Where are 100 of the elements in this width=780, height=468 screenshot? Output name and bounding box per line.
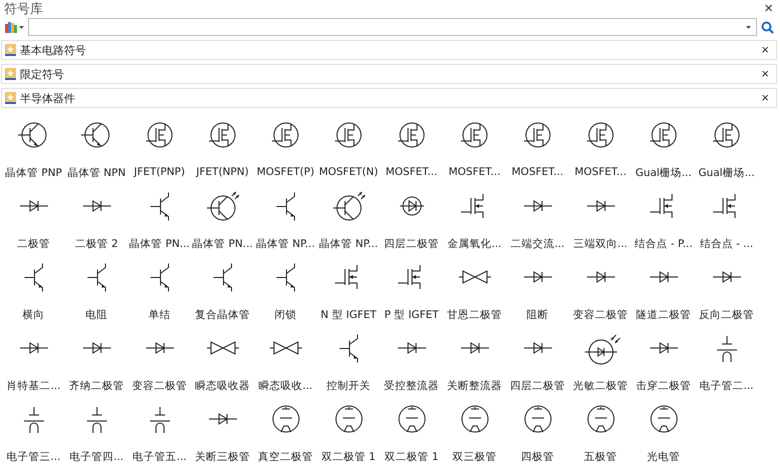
symbol-tile[interactable]: MOSFET... — [569, 113, 632, 184]
symbol-tile[interactable]: 电子管四... — [65, 397, 128, 468]
symbol-tile[interactable]: 甘恩二极管 — [443, 255, 506, 326]
symbol-label: 击穿二极管 — [636, 379, 691, 393]
symbol-tile[interactable]: MOSFET... — [380, 113, 443, 184]
symbol-tile[interactable]: JFET(PNP) — [128, 113, 191, 184]
symbol-tile[interactable]: 晶体管 NPN — [65, 113, 128, 184]
close-button[interactable]: × — [758, 91, 772, 105]
symbol-tile[interactable]: 反向二极管 — [695, 255, 758, 326]
symbol-tile[interactable]: 晶体管 PN... — [191, 184, 254, 255]
symbol-tile[interactable]: Gual栅场... — [695, 113, 758, 184]
symbol-label: 瞬态吸收器 — [195, 379, 250, 393]
symbol-tile[interactable]: 四层二极管 — [506, 326, 569, 397]
symbol-tile[interactable]: MOSFET(P) — [254, 113, 317, 184]
symbol-tile[interactable]: 光电管 — [632, 397, 695, 468]
symbol-tile[interactable]: 控制开关 — [317, 326, 380, 397]
close-button[interactable]: × — [758, 43, 772, 57]
symbol-tile[interactable]: 结合点 - ... — [695, 184, 758, 255]
symbol-tile[interactable]: MOSFET(N) — [317, 113, 380, 184]
symbol-tile[interactable]: 横向 — [2, 255, 65, 326]
symbol-label: 光电管 — [647, 450, 680, 464]
transistor-symbol-icon — [276, 262, 295, 292]
symbol-tile[interactable]: 四极管 — [506, 397, 569, 468]
symbol-tile[interactable]: 齐纳二极管 — [65, 326, 128, 397]
category-bar[interactable]: 基本电路符号 × — [1, 40, 777, 60]
symbol-tile[interactable]: 二端交流... — [506, 184, 569, 255]
symbol-tile[interactable]: 击穿二极管 — [632, 326, 695, 397]
close-button[interactable]: × — [758, 67, 772, 81]
symbol-tile[interactable]: 二极管 2 — [65, 184, 128, 255]
symbol-label: 变容二极管 — [132, 379, 187, 393]
symbol-tile[interactable]: 电子管二... — [695, 326, 758, 397]
symbol-tile[interactable]: 双二极管 1 — [317, 397, 380, 468]
symbol-tile[interactable]: 阻断 — [506, 255, 569, 326]
symbol-tile[interactable]: 电子管三... — [2, 397, 65, 468]
symbol-label: 四极管 — [521, 450, 554, 464]
close-button[interactable]: × — [761, 2, 776, 16]
symbol-tile[interactable]: 电阻 — [65, 255, 128, 326]
symbol-tile[interactable]: MOSFET... — [506, 113, 569, 184]
symbol-label: 变容二极管 — [573, 308, 628, 322]
symbol-tile[interactable]: 肖特基二... — [2, 326, 65, 397]
symbol-label: 晶体管 PNP — [5, 166, 62, 180]
symbol-tile[interactable]: MOSFET... — [443, 113, 506, 184]
symbol-tile[interactable]: 晶体管 PN... — [128, 184, 191, 255]
symbol-tile[interactable]: 结合点 - P... — [632, 184, 695, 255]
symbol-tile[interactable]: 电子管五... — [128, 397, 191, 468]
symbol-tile[interactable]: 复合晶体管 — [191, 255, 254, 326]
symbol-tile[interactable]: JFET(NPN) — [191, 113, 254, 184]
symbol-tile[interactable]: 关断三极管 — [191, 397, 254, 468]
symbol-tile[interactable]: 隧道二极管 — [632, 255, 695, 326]
symbol-tile[interactable]: 光敏二极管 — [569, 326, 632, 397]
category-bar[interactable]: 半导体器件 × — [1, 88, 777, 108]
symbol-label: Gual栅场... — [635, 166, 692, 180]
symbol-label: P 型 IGFET — [384, 308, 439, 322]
search-button[interactable] — [759, 20, 776, 34]
symbol-tile[interactable]: 二极管 — [2, 184, 65, 255]
symbol-label: 反向二极管 — [699, 308, 754, 322]
symbol-label: 单结 — [148, 308, 170, 322]
symbol-tile[interactable]: 变容二极管 — [128, 326, 191, 397]
symbol-tile[interactable]: 五极管 — [569, 397, 632, 468]
transistor-symbol-icon — [87, 262, 106, 292]
category-label: 半导体器件 — [20, 90, 76, 106]
symbol-tile[interactable]: 瞬态吸收器 — [191, 326, 254, 397]
symbol-tile[interactable]: 双二极管 1 — [380, 397, 443, 468]
symbol-tile[interactable]: P 型 IGFET — [380, 255, 443, 326]
symbol-tile[interactable]: N 型 IGFET — [317, 255, 380, 326]
symbol-label: 齐纳二极管 — [69, 379, 124, 393]
star-folder-icon — [5, 92, 16, 104]
symbol-tile[interactable]: 晶体管 NP... — [317, 184, 380, 255]
symbol-label: 关断三极管 — [195, 450, 250, 464]
symbol-label: 结合点 - P... — [634, 237, 693, 251]
symbol-label: 晶体管 NP... — [319, 237, 378, 251]
search-field[interactable] — [28, 18, 757, 36]
symbol-tile[interactable]: 四层二极管 — [380, 184, 443, 255]
symbol-tile[interactable]: 晶体管 PNP — [2, 113, 65, 184]
symbol-label: 二极管 — [17, 237, 50, 251]
transistor-symbol-icon — [150, 192, 169, 220]
symbol-tile[interactable]: 真空二极管 — [254, 397, 317, 468]
symbol-tile[interactable]: 单结 — [128, 255, 191, 326]
symbol-tile[interactable]: 瞬态吸收... — [254, 326, 317, 397]
symbol-label: 结合点 - ... — [700, 237, 754, 251]
library-menu-button[interactable] — [3, 21, 26, 33]
symbol-tile[interactable]: 受控整流器 — [380, 326, 443, 397]
symbol-tile[interactable]: 变容二极管 — [569, 255, 632, 326]
symbol-tile[interactable]: 关断整流器 — [443, 326, 506, 397]
symbol-tile[interactable]: 双三极管 — [443, 397, 506, 468]
transistor-symbol-icon — [213, 262, 232, 292]
symbol-label: MOSFET... — [386, 166, 438, 178]
symbol-tile[interactable]: 闭锁 — [254, 255, 317, 326]
symbol-label: 电阻 — [86, 308, 108, 322]
symbol-tile[interactable]: Gual栅场... — [632, 113, 695, 184]
symbol-tile[interactable]: 晶体管 NP... — [254, 184, 317, 255]
symbol-tile[interactable]: 金属氧化... — [443, 184, 506, 255]
category-label: 基本电路符号 — [20, 42, 87, 58]
transistor-symbol-icon — [150, 262, 169, 292]
panel-title: 符号库 — [4, 1, 43, 18]
symbol-tile[interactable]: 三端双向... — [569, 184, 632, 255]
symbol-label: JFET(NPN) — [196, 166, 249, 178]
symbol-label: 真空二极管 — [258, 450, 313, 464]
symbol-label: 二极管 2 — [74, 237, 118, 251]
category-bar[interactable]: 限定符号 × — [1, 64, 777, 84]
